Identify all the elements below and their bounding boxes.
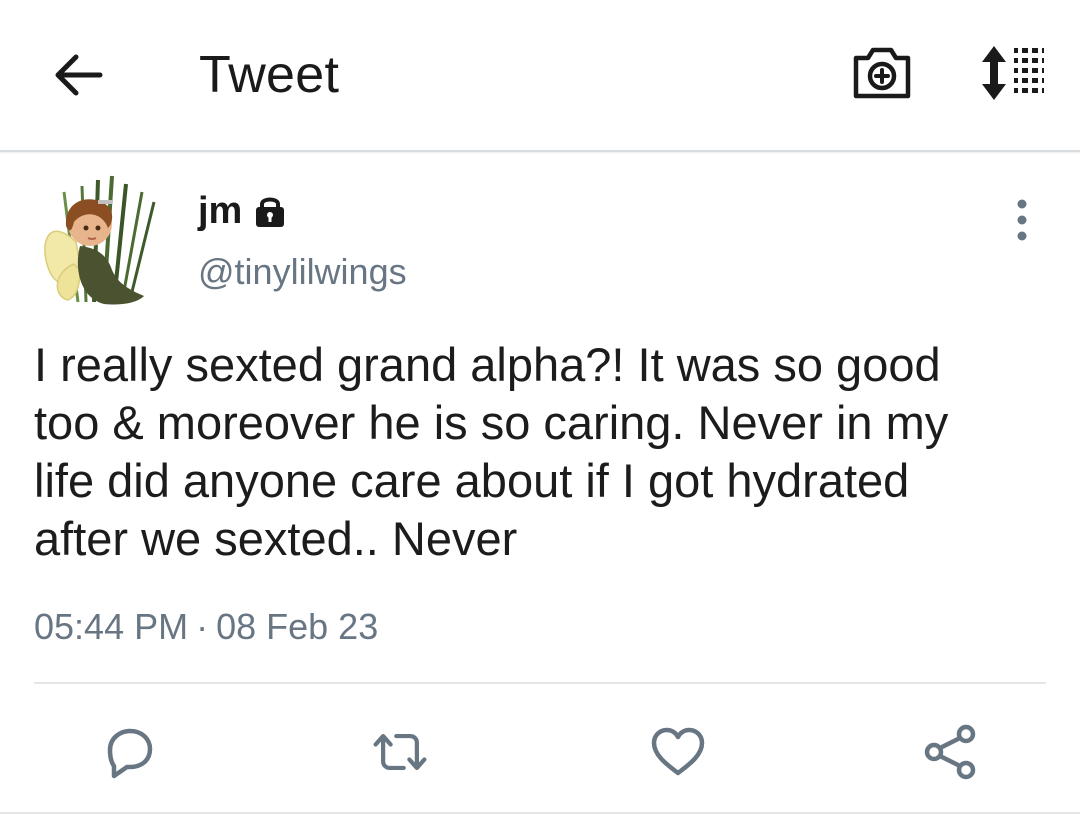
sort-list-icon bbox=[982, 46, 1044, 100]
page-title: Tweet bbox=[199, 46, 340, 104]
tweet-date: 08 Feb 23 bbox=[216, 606, 379, 647]
tweet-text: I really sexted grand alpha?! It was so … bbox=[34, 338, 949, 565]
reply-button[interactable] bbox=[98, 722, 158, 782]
fairy-avatar bbox=[44, 175, 156, 305]
top-app-bar: Tweet bbox=[0, 0, 1080, 152]
share-button[interactable] bbox=[920, 722, 980, 782]
share-icon bbox=[924, 724, 976, 780]
more-vertical-icon bbox=[1017, 199, 1027, 241]
retweet-icon bbox=[373, 733, 427, 771]
lock-icon bbox=[252, 193, 288, 229]
tweet-timestamp: 05:44 PM · 08 Feb 23 bbox=[34, 604, 378, 650]
tweet-time: 05:44 PM bbox=[34, 606, 189, 647]
camera-plus-icon bbox=[853, 47, 911, 99]
arrow-left-icon bbox=[55, 54, 103, 96]
author-handle[interactable]: @tinylilwings bbox=[198, 250, 407, 294]
author-display-name[interactable]: jm bbox=[198, 188, 288, 234]
heart-icon bbox=[651, 727, 705, 776]
meta-separator: · bbox=[196, 606, 209, 647]
like-button[interactable] bbox=[648, 722, 708, 782]
divider bbox=[34, 682, 1046, 684]
retweet-button[interactable] bbox=[370, 722, 430, 782]
reply-icon bbox=[107, 728, 153, 779]
author-avatar[interactable] bbox=[34, 172, 160, 314]
back-button[interactable] bbox=[48, 48, 108, 102]
camera-button[interactable] bbox=[850, 42, 914, 104]
tweet-detail-screen: Tweet jm @tinylilwings I really sexted g… bbox=[0, 0, 1080, 835]
bottom-divider bbox=[0, 812, 1080, 814]
sort-button[interactable] bbox=[976, 42, 1048, 104]
more-options-button[interactable] bbox=[1004, 196, 1040, 244]
display-name-text: jm bbox=[198, 190, 243, 232]
